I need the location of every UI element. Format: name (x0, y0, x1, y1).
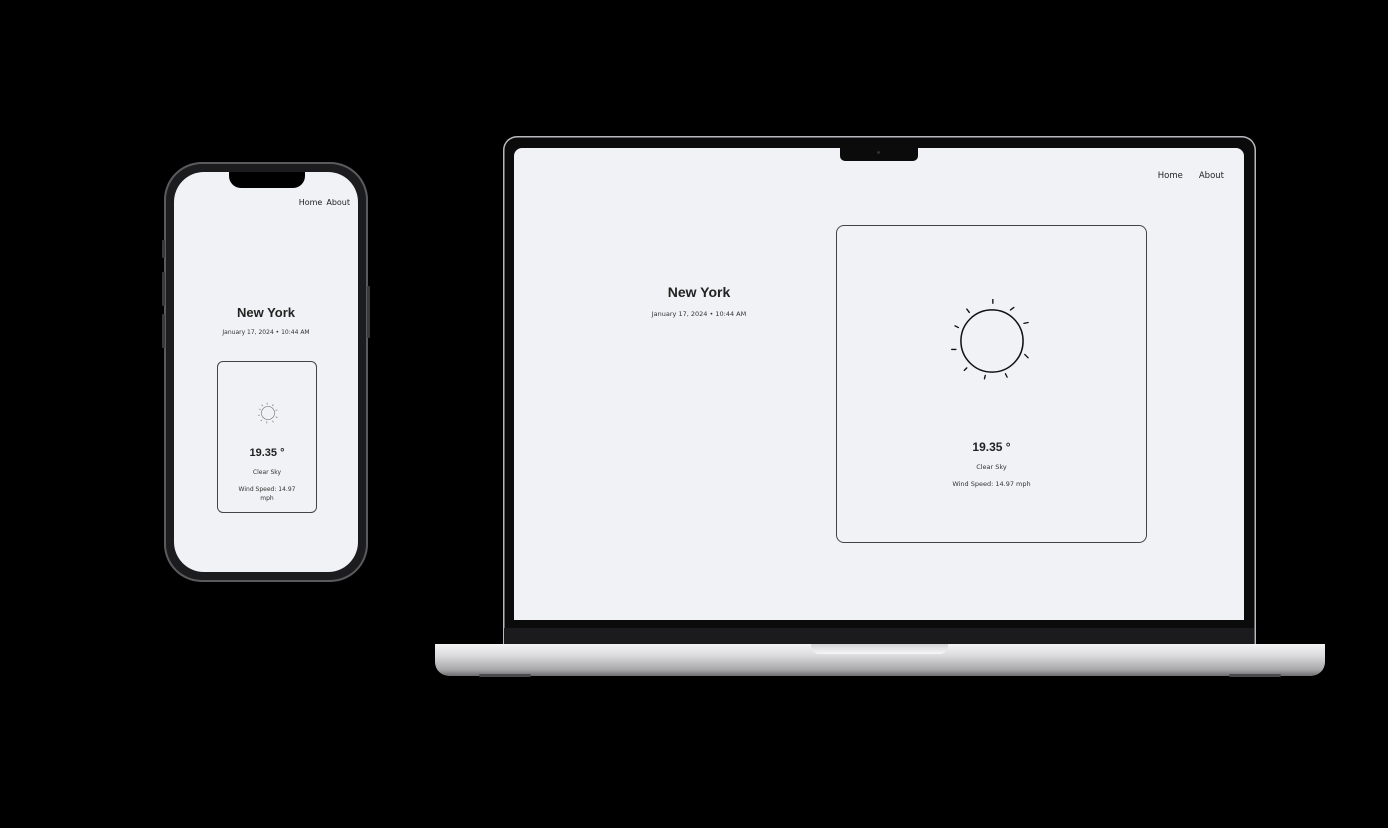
temperature-value: 19.35 ° (249, 447, 285, 459)
weather-card: 19.35 ° Clear Sky Wind Speed: 14.97 mph (217, 361, 317, 513)
laptop-nav-bar: Home About (1158, 171, 1224, 181)
laptop-mockup: Home About New York January 17, 2024 • 1… (503, 136, 1256, 646)
phone-volume-up-button (162, 272, 165, 306)
nav-about-link[interactable]: About (326, 198, 350, 207)
phone-mockup: Home About New York January 17, 2024 • 1… (162, 162, 370, 582)
nav-about-link[interactable]: About (1199, 171, 1224, 181)
city-heading: New York (236, 305, 296, 320)
phone-power-button (367, 286, 370, 338)
laptop-base (435, 644, 1325, 677)
weather-condition: Clear Sky (252, 469, 282, 476)
wind-speed-line-2: mph (260, 495, 274, 502)
city-heading: New York (667, 284, 731, 300)
sun-icon (951, 299, 1029, 380)
sun-icon (257, 402, 278, 424)
temperature-value: 19.35 ° (972, 440, 1011, 454)
phone-notch (229, 172, 305, 188)
phone-screen: Home About New York January 17, 2024 • 1… (174, 172, 358, 572)
phone-nav-bar: Home About (299, 198, 350, 207)
wind-speed: Wind Speed: 14.97 mph (952, 480, 1031, 488)
phone-volume-down-button (162, 314, 165, 348)
laptop-bezel-chin (504, 628, 1254, 644)
laptop-foot-right (1229, 674, 1281, 677)
camera-icon (877, 151, 880, 154)
phone-silent-switch (162, 240, 165, 258)
wind-speed: Wind Speed: 14.97 mph (232, 485, 302, 503)
date-time-label: January 17, 2024 • 10:44 AM (651, 310, 747, 318)
laptop-foot-left (479, 674, 531, 677)
nav-home-link[interactable]: Home (299, 198, 323, 207)
wind-speed-line-1: Wind Speed: 14.97 (238, 486, 296, 493)
laptop-screen: Home About New York January 17, 2024 • 1… (514, 148, 1244, 620)
weather-condition: Clear Sky (976, 463, 1007, 471)
date-time-label: January 17, 2024 • 10:44 AM (222, 329, 310, 336)
nav-home-link[interactable]: Home (1158, 171, 1183, 181)
weather-card: 19.35 ° Clear Sky Wind Speed: 14.97 mph (836, 225, 1147, 543)
laptop-hinge-notch (811, 644, 948, 654)
laptop-notch (840, 148, 918, 161)
